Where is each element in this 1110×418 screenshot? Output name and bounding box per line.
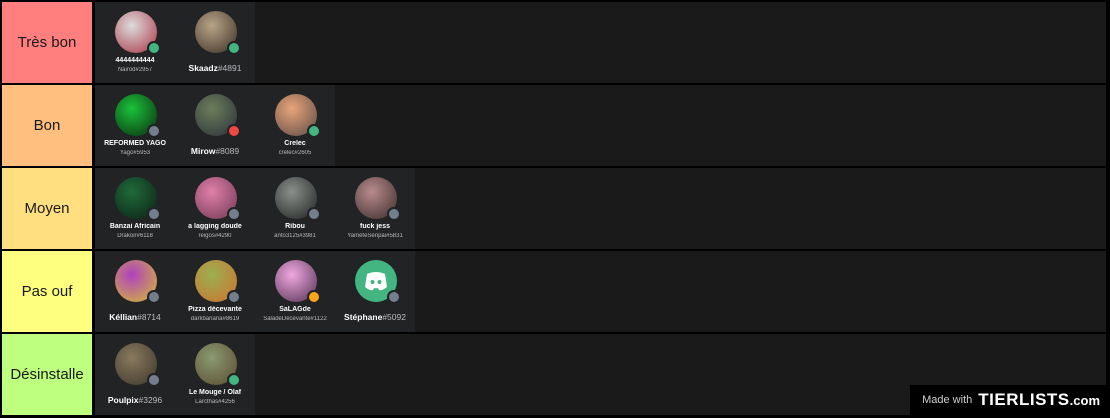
username: Skaadz#4891 <box>175 63 255 73</box>
user-tag: SaladeDécevante#1122 <box>263 316 327 322</box>
user-card[interactable]: REFORMED YAGO Yago#5953 <box>95 85 175 166</box>
status-offline-icon <box>387 207 401 221</box>
user-tag: darkbanana#8619 <box>190 316 240 322</box>
username: Pizza décevante <box>188 306 242 313</box>
tier-label[interactable]: Désinstalle <box>2 334 92 415</box>
username-text: Skaadz <box>188 63 218 73</box>
tier-items: 4444444444 Nairod#2957 Skaadz#4891 <box>95 2 1106 83</box>
user-tag: #8714 <box>137 312 161 322</box>
username: Banzai Africain <box>109 223 161 230</box>
user-card[interactable]: 4444444444 Nairod#2957 <box>95 2 175 83</box>
user-tag: Drakoir#6118 <box>117 233 153 239</box>
watermark-made-with: Made with <box>922 394 973 406</box>
tier-items: Kéllian#8714 Pizza décevante darkbanana#86… <box>95 251 1106 332</box>
watermark-suffix: .com <box>1069 392 1100 408</box>
tier-row: Moyen Banzai Africain Drakoir#6118 a laggin… <box>2 168 1106 249</box>
username-text: Stéphane <box>344 312 383 322</box>
username: fuck jess <box>360 223 390 230</box>
user-tag: Nairod#2957 <box>117 67 153 73</box>
user-tag: #4891 <box>217 63 242 73</box>
username: Poulpix#3296 <box>95 395 175 405</box>
status-online-icon <box>307 124 321 138</box>
user-tag: Yago#5953 <box>119 150 151 156</box>
tier-row: Bon REFORMED YAGO Yago#5953 Mirow#8089 Crele… <box>2 85 1106 166</box>
status-offline-icon <box>147 290 161 304</box>
user-card[interactable]: Skaadz#4891 <box>175 2 255 83</box>
tier-items: REFORMED YAGO Yago#5953 Mirow#8089 Crelec cr… <box>95 85 1106 166</box>
user-card[interactable]: Kéllian#8714 <box>95 251 175 332</box>
username: Kéllian#8714 <box>95 312 175 322</box>
username: Crelec <box>284 140 306 147</box>
tier-label[interactable]: Très bon <box>2 2 92 83</box>
user-card[interactable]: Ribou anto3125#3981 <box>255 168 335 249</box>
username: Mirow#8089 <box>175 146 255 156</box>
tier-items: Banzai Africain Drakoir#6118 a lagging dou… <box>95 168 1106 249</box>
user-tag: anto3125#3981 <box>274 233 316 239</box>
user-tag: Larcthas#4256 <box>195 399 235 405</box>
tier-label[interactable]: Moyen <box>2 168 92 249</box>
user-card[interactable]: Stéphane#5092 <box>335 251 415 332</box>
status-online-icon <box>147 41 161 55</box>
username: Stéphane#5092 <box>335 312 415 322</box>
user-card[interactable]: Banzai Africain Drakoir#6118 <box>95 168 175 249</box>
tier-label[interactable]: Pas ouf <box>2 251 92 332</box>
username-text: Mirow <box>190 146 216 156</box>
status-online-icon <box>227 373 241 387</box>
status-offline-icon <box>147 373 161 387</box>
user-card[interactable]: a lagging doude reigos#4290 <box>175 168 255 249</box>
status-offline-icon <box>147 207 161 221</box>
user-tag: reigos#4290 <box>198 233 232 239</box>
user-tag: #3296 <box>138 395 163 405</box>
tier-row: Très bon 4444444444 Nairod#2957 Skaadz#4891 <box>2 2 1106 83</box>
tier-list-board: Très bon 4444444444 Nairod#2957 Skaadz#4891… <box>0 0 1110 418</box>
username: SaLAGde <box>279 306 311 313</box>
watermark-logo: TIERLISTS <box>978 390 1070 409</box>
username: a lagging doude <box>188 223 242 230</box>
user-tag: #5092 <box>382 312 406 322</box>
watermark[interactable]: Made with TIERLISTS .com <box>910 385 1106 415</box>
username: REFORMED YAGO <box>104 140 166 147</box>
user-tag: crelec#2605 <box>278 150 312 156</box>
user-card[interactable]: Le Mouge / Olaf Larcthas#4256 <box>175 334 255 415</box>
user-card[interactable]: Crelec crelec#2605 <box>255 85 335 166</box>
status-online-icon <box>227 41 241 55</box>
user-card[interactable]: Mirow#8089 <box>175 85 255 166</box>
username-text: Kéllian <box>109 312 138 322</box>
user-card[interactable]: SaLAGde SaladeDécevante#1122 <box>255 251 335 332</box>
user-card[interactable]: Pizza décevante darkbanana#8619 <box>175 251 255 332</box>
user-tag: #8089 <box>215 146 240 156</box>
username: Ribou <box>285 223 305 230</box>
tier-row: Pas ouf Kéllian#8714 Pizza décevante darkba… <box>2 251 1106 332</box>
tier-label[interactable]: Bon <box>2 85 92 166</box>
user-tag: YameteSenpai#5831 <box>347 233 403 239</box>
status-offline-icon <box>147 124 161 138</box>
status-offline-icon <box>227 207 241 221</box>
status-idle-icon <box>307 290 321 304</box>
status-offline-icon <box>307 207 321 221</box>
status-offline-icon <box>227 290 241 304</box>
status-offline-icon <box>387 290 401 304</box>
username: Le Mouge / Olaf <box>188 389 242 396</box>
status-dnd-icon <box>227 124 241 138</box>
user-card[interactable]: Poulpix#3296 <box>95 334 175 415</box>
username: 4444444444 <box>115 57 155 64</box>
username-text: Poulpix <box>107 395 139 405</box>
user-card[interactable]: fuck jess YameteSenpai#5831 <box>335 168 415 249</box>
